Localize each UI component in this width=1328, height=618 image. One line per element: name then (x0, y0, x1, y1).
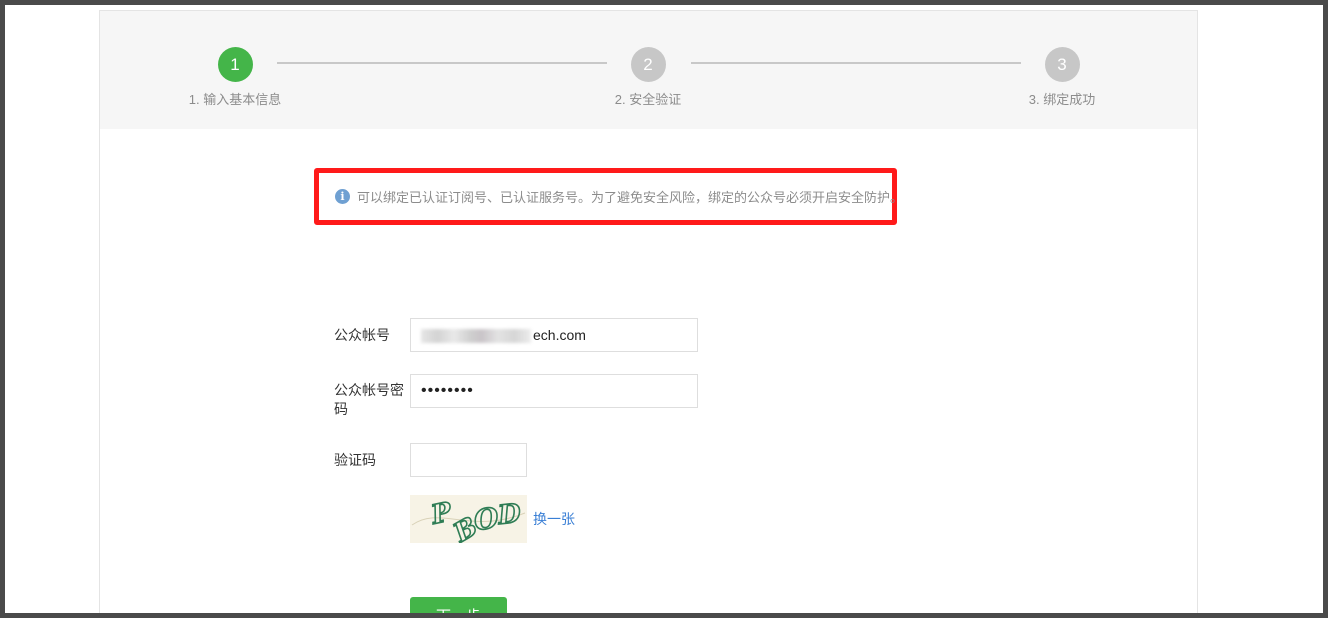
refresh-captcha-link[interactable]: 换一张 (533, 509, 575, 529)
password-label: 公众帐号密码 (334, 382, 404, 417)
account-value: ech.com (533, 327, 586, 343)
bind-account-panel: 1 1. 输入基本信息 2 2. 安全验证 3 3. 绑定成功 i 可以绑定已认… (99, 10, 1198, 618)
step-2: 2 2. 安全验证 (588, 47, 708, 108)
captcha-glyph: D (496, 499, 523, 531)
info-icon: i (335, 189, 350, 204)
captcha-input[interactable] (410, 443, 527, 477)
password-input[interactable]: •••••••• (410, 374, 698, 408)
step-3-circle: 3 (1044, 47, 1080, 82)
step-connector (277, 62, 607, 64)
step-2-label: 2. 安全验证 (614, 92, 682, 107)
step-1-label: 1. 输入基本信息 (188, 92, 282, 107)
step-connector (691, 62, 1021, 64)
highlighted-tip: i 可以绑定已认证订阅号、已认证服务号。为了避免安全风险，绑定的公众号必须开启安… (314, 168, 903, 225)
step-3-label: 3. 绑定成功 (1028, 92, 1096, 107)
step-progress: 1 1. 输入基本信息 2 2. 安全验证 3 3. 绑定成功 (100, 11, 1197, 129)
next-step-button[interactable]: 下一步 (410, 597, 507, 618)
redacted-text (421, 329, 531, 344)
account-label: 公众帐号 (334, 327, 390, 343)
step-1-circle: 1 (217, 47, 253, 82)
captcha-label: 验证码 (334, 452, 376, 468)
step-3: 3 3. 绑定成功 (1002, 47, 1122, 108)
tip-text: 可以绑定已认证订阅号、已认证服务号。为了避免安全风险，绑定的公众号必须开启安全防… (357, 190, 904, 205)
step-1: 1 1. 输入基本信息 (175, 47, 295, 108)
captcha-graphic: P B O D (411, 496, 526, 543)
step-2-circle: 2 (630, 47, 666, 82)
captcha-image[interactable]: P B O D (410, 495, 527, 543)
account-input[interactable]: ech.com (410, 318, 698, 352)
